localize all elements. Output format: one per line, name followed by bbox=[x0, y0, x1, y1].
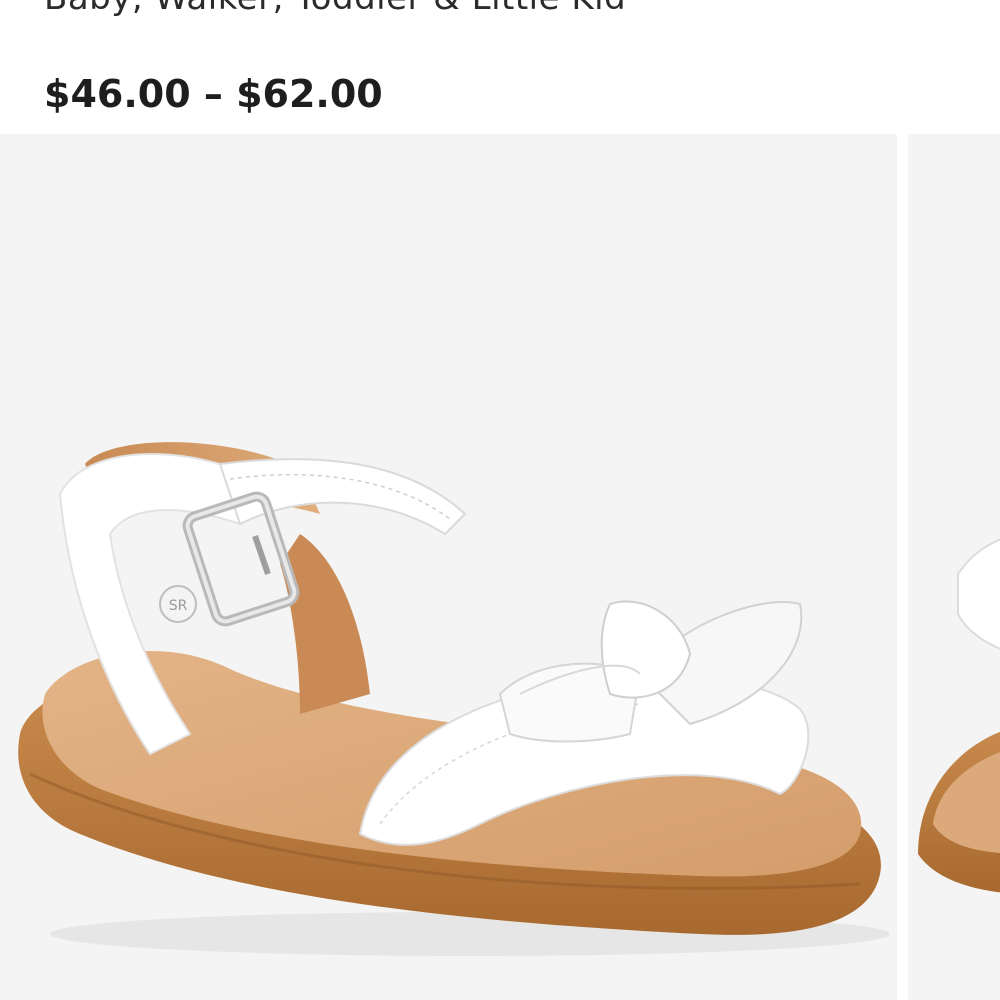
price-range: $46.00 – $62.00 bbox=[44, 72, 383, 116]
product-image-next[interactable] bbox=[908, 134, 1000, 1000]
svg-text:SR: SR bbox=[169, 598, 188, 614]
product-image-main[interactable]: SR bbox=[0, 134, 897, 1000]
sandal-image-partial bbox=[918, 538, 1000, 893]
brand-logo: SR bbox=[159, 585, 197, 623]
sandal-image: SR bbox=[18, 442, 890, 956]
image-carousel[interactable]: SR bbox=[0, 134, 1000, 1000]
product-subtitle: Baby, Walker, Toddler & Little Kid bbox=[44, 0, 626, 18]
